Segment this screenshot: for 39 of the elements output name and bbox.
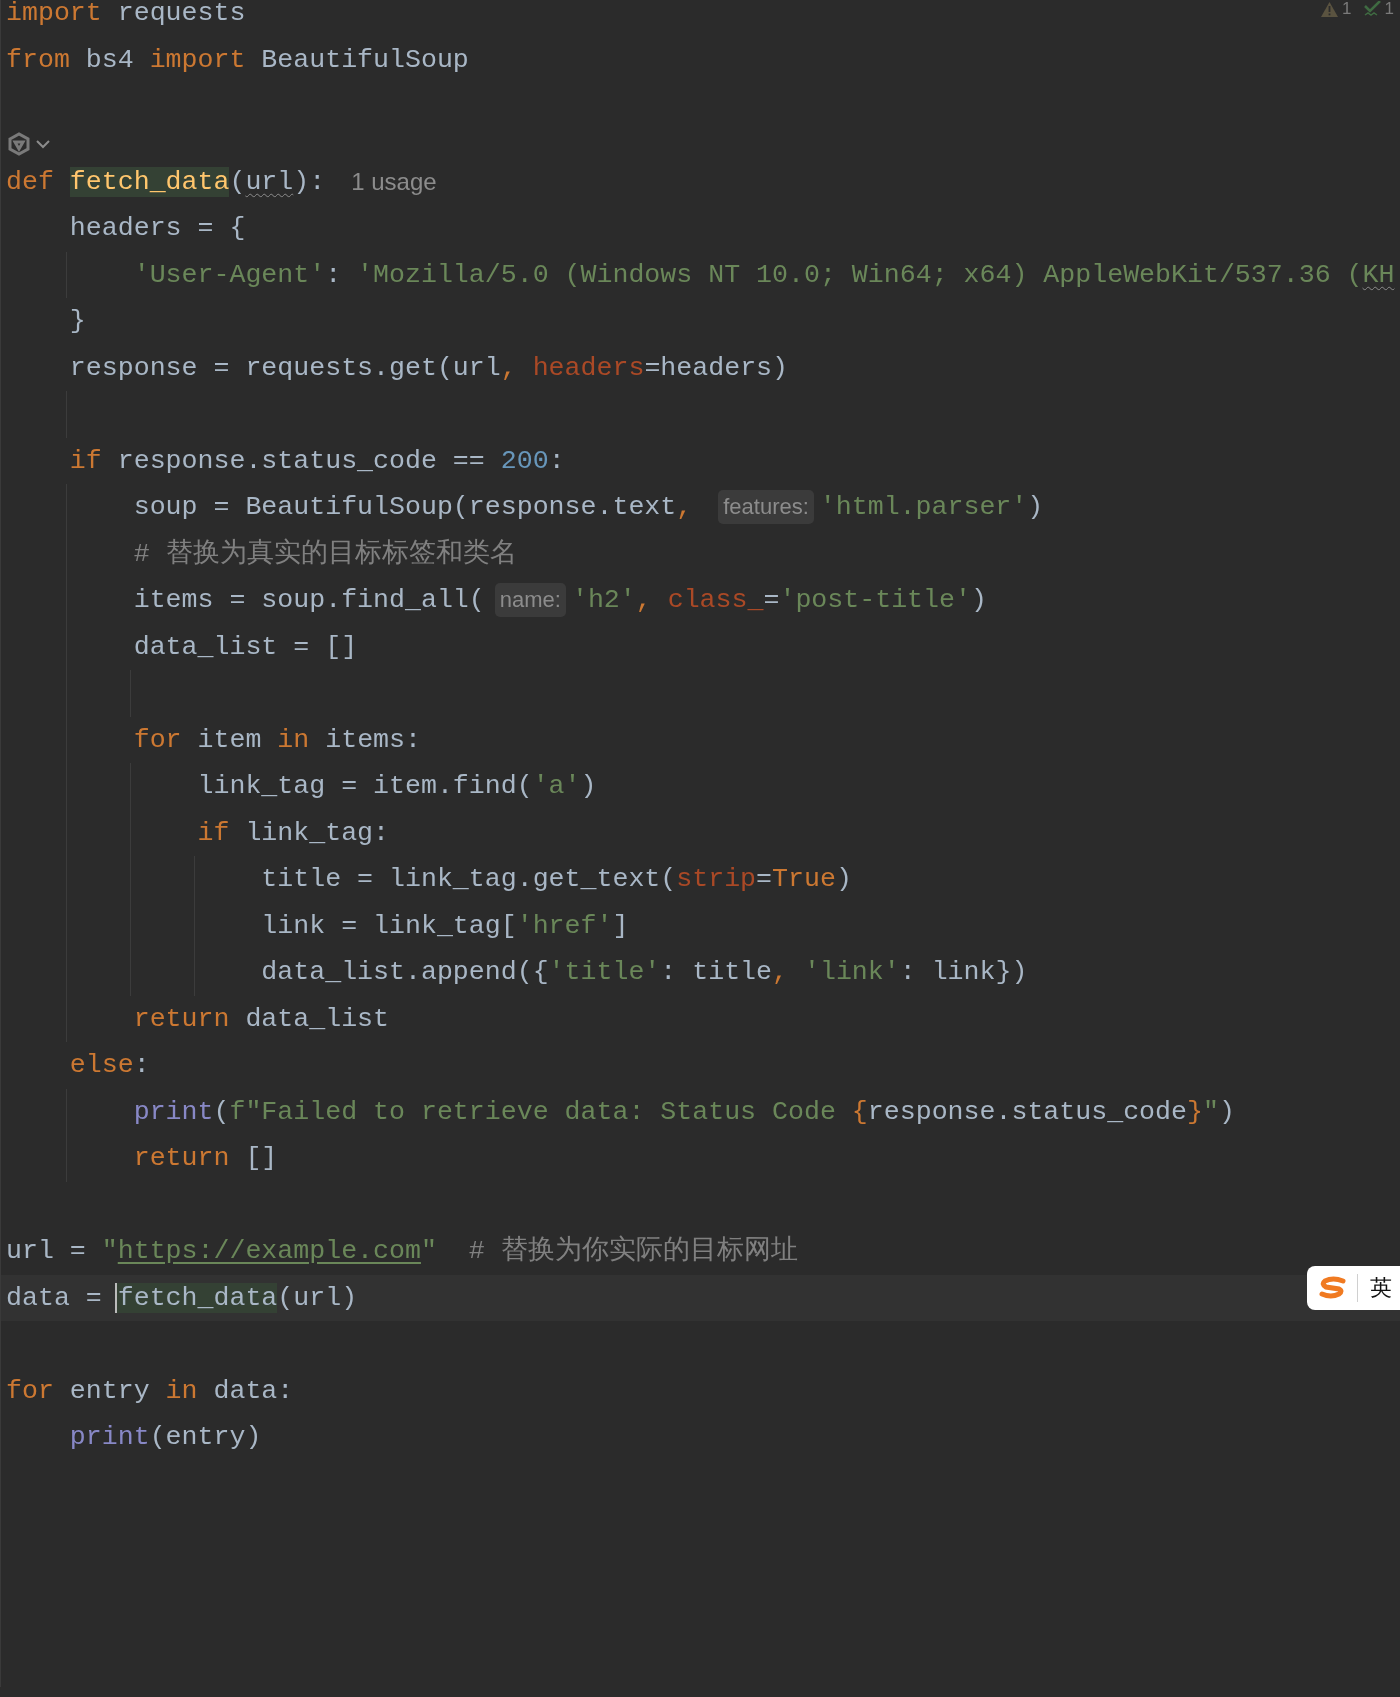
code-text: # 替换为真实的目标标签和类名	[133, 537, 517, 571]
check-icon[interactable]	[1363, 1, 1381, 17]
warning-icon[interactable]	[1321, 1, 1339, 17]
code-text: 'User-Agent': 'Mozilla/5.0 (Windows NT 10.0; Win64; x64) AppleWebKit/537.36 (KH	[133, 258, 1395, 292]
logo-icon[interactable]	[6, 131, 32, 157]
input-mode-label[interactable]: 英	[1370, 1273, 1392, 1303]
code-text: response = requests.get(url, headers=headers)	[69, 351, 788, 385]
logo-icon[interactable]	[1319, 1276, 1347, 1300]
code-text: }	[69, 305, 86, 338]
inspection-count: 1	[1342, 0, 1352, 19]
code-text: for entry in data:	[6, 1374, 294, 1408]
code-text: link_tag = item.find('a')	[197, 770, 597, 803]
code-text: soup = BeautifulSoup(response.text,	[133, 491, 694, 524]
code-text: import requests	[6, 0, 246, 30]
parameter-hint: features:	[718, 490, 814, 525]
code-text: link = link_tag['href']	[261, 909, 629, 943]
code-text: else:	[69, 1049, 150, 1082]
code-text: return []	[133, 1142, 278, 1175]
code-text: print(entry)	[69, 1421, 262, 1454]
usage-link[interactable]: 1 usage	[351, 158, 437, 205]
code-text: return data_list	[133, 1002, 390, 1036]
parameter-hint: name:	[494, 583, 566, 618]
code-text: title = link_tag.get_text(strip=True)	[261, 863, 852, 896]
code-text: print(f"Failed to retrieve data: Status Code {response.status_code}")	[133, 1095, 1235, 1129]
code-text: 'h2', class_='post-title')	[571, 584, 987, 617]
code-text: from bs4 import BeautifulSoup	[6, 43, 469, 77]
code-text: url = "https://example.com" # 替换为你实际的目标网址	[6, 1234, 798, 1268]
code-text: 'html.parser')	[819, 491, 1044, 524]
code-text: def fetch_data(url):	[6, 165, 326, 199]
code-text: headers = {	[69, 212, 246, 245]
code-text: if response.status_code == 200:	[69, 444, 565, 478]
code-text: data_list.append({'title': title, 'link': link})	[261, 956, 1028, 989]
code-text: for item in items:	[133, 723, 421, 757]
code-text: data_list = []	[133, 630, 358, 664]
code-text: if link_tag:	[197, 816, 390, 850]
code-text: items = soup.find_all(	[133, 584, 485, 617]
code-text: data = fetch_data(url)	[6, 1281, 358, 1315]
inspection-count: 1	[1384, 0, 1394, 19]
chevron-down-icon[interactable]	[36, 139, 50, 149]
